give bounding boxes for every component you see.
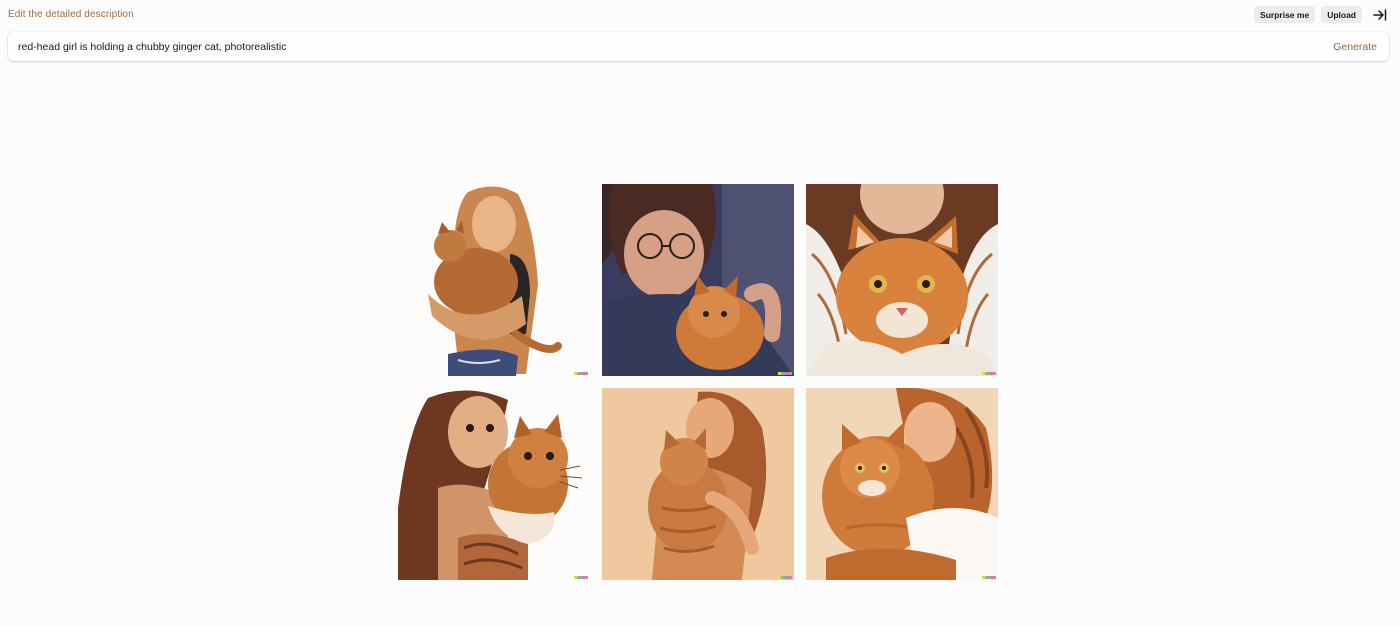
result-image-2[interactable] bbox=[602, 184, 794, 376]
result-image-1[interactable] bbox=[398, 184, 590, 376]
upload-button[interactable]: Upload bbox=[1321, 6, 1362, 23]
result-image-4[interactable] bbox=[398, 388, 590, 580]
watermark bbox=[574, 576, 588, 579]
result-image-3[interactable] bbox=[806, 184, 998, 376]
result-image-6[interactable] bbox=[806, 388, 998, 580]
results-grid bbox=[398, 184, 998, 580]
prompt-bar: Generate bbox=[8, 32, 1389, 61]
editor-header-label: Edit the detailed description bbox=[8, 9, 134, 20]
watermark bbox=[778, 576, 792, 579]
prompt-input[interactable] bbox=[8, 32, 1334, 61]
arrow-right-to-bar-icon[interactable] bbox=[1372, 7, 1388, 23]
header-actions: Surprise me Upload bbox=[1254, 6, 1388, 23]
watermark bbox=[982, 372, 996, 375]
surprise-me-button[interactable]: Surprise me bbox=[1254, 6, 1316, 23]
watermark bbox=[982, 576, 996, 579]
watermark bbox=[778, 372, 792, 375]
generate-button[interactable]: Generate bbox=[1333, 41, 1377, 53]
result-image-5[interactable] bbox=[602, 388, 794, 580]
watermark bbox=[574, 372, 588, 375]
